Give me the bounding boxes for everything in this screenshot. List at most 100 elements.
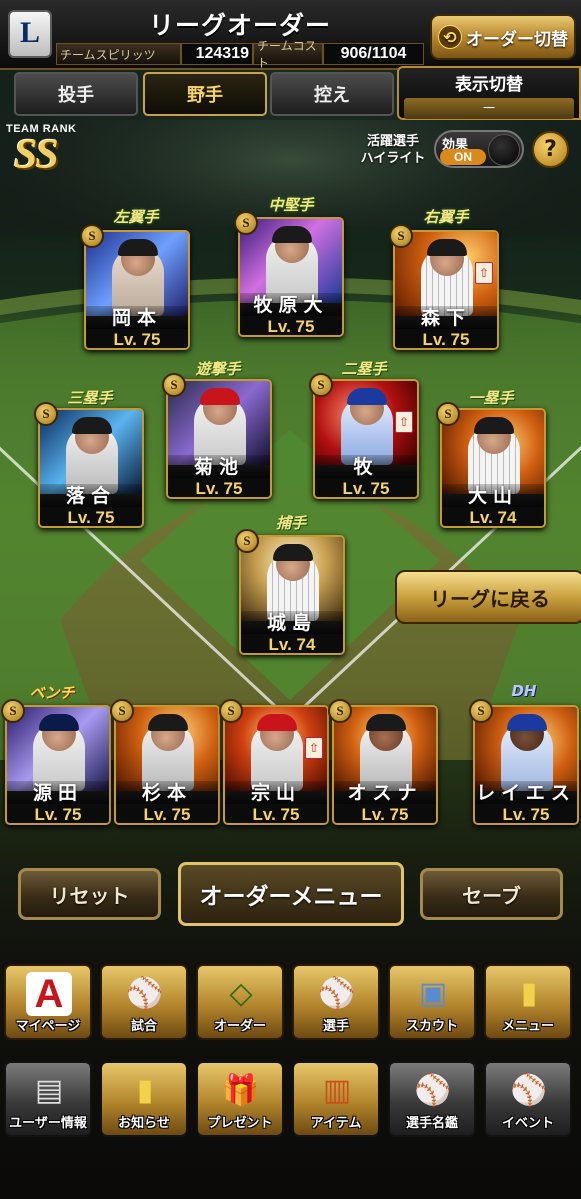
- highlight-label-line1: 活躍選手: [366, 134, 419, 149]
- tab-reserve[interactable]: 控え: [270, 72, 394, 116]
- position-label-third-base: 三塁手: [67, 389, 113, 407]
- back-to-league-button[interactable]: リーグに戻る: [395, 570, 581, 624]
- player-card-bench-1[interactable]: 源田 Lv. 75: [5, 705, 111, 825]
- nav-label: アイテム: [310, 1116, 362, 1131]
- rank-s-icon: S: [110, 699, 134, 723]
- player-art: [442, 410, 544, 494]
- scout-card-icon: ▣: [418, 976, 448, 1011]
- player-card-left-field[interactable]: 岡本 Lv. 75: [84, 230, 190, 350]
- nav-notices[interactable]: ▮ お知らせ: [100, 1061, 188, 1137]
- save-button[interactable]: セーブ: [420, 868, 563, 920]
- player-card-second-base[interactable]: ⇧ 牧 Lv. 75: [313, 379, 419, 499]
- team-cost-value: 906/1104: [323, 43, 424, 65]
- player-card-third-base[interactable]: 落合 Lv. 75: [38, 408, 144, 528]
- player-level: Lv. 75: [240, 316, 342, 335]
- stadium-icon: ⚾: [126, 976, 164, 1011]
- player-name: 杉本: [116, 781, 218, 805]
- toggle-knob: [488, 134, 520, 166]
- bats-and-ball-icon: ⚾: [510, 1073, 548, 1108]
- app-root: L リーグオーダー チームスピリッツ 124319 チームコスト 906/110…: [0, 0, 581, 1199]
- position-label-dh: DH: [511, 682, 537, 700]
- order-switch-label: オーダー切替: [466, 29, 568, 50]
- player-card-center-field[interactable]: 牧原大 Lv. 75: [238, 217, 344, 337]
- player-art: [475, 707, 577, 791]
- player-level: Lv. 75: [334, 804, 436, 823]
- player-directory-icon: ⚾: [414, 1073, 452, 1108]
- nav-label: イベント: [501, 1116, 554, 1131]
- team-cost-label: チームコスト: [253, 39, 323, 70]
- nav-scout[interactable]: ▣ スカウト: [388, 964, 476, 1040]
- nav-present[interactable]: 🎁 プレゼント: [196, 1061, 284, 1137]
- rank-s-icon: S: [436, 402, 460, 426]
- team-rank-value: SS: [14, 132, 59, 178]
- nav-items[interactable]: ▥ アイテム: [292, 1061, 380, 1137]
- nav-player-directory[interactable]: ⚾ 選手名鑑: [388, 1061, 476, 1137]
- stat-up-icon: ⇧: [475, 262, 493, 284]
- nav-game[interactable]: ⚾ 試合: [100, 964, 188, 1040]
- player-card-bench-4[interactable]: オスナ Lv. 75: [332, 705, 438, 825]
- nav-label: お知らせ: [118, 1116, 170, 1131]
- player-name: 大山: [442, 484, 544, 508]
- player-art: [116, 707, 218, 791]
- player-level: Lv. 75: [40, 507, 142, 526]
- effect-toggle[interactable]: 効果 ON: [434, 130, 524, 168]
- player-name: 菊池: [168, 455, 270, 479]
- player-level: Lv. 75: [475, 804, 577, 823]
- nav-label: プレゼント: [207, 1116, 273, 1131]
- highlight-label-line2: ハイライト: [360, 151, 426, 166]
- player-level: Lv. 75: [116, 804, 218, 823]
- display-toggle-button[interactable]: 表示切替 －: [397, 66, 581, 120]
- player-name: 宗山: [225, 781, 327, 805]
- team-spirit-value: 124319: [181, 43, 253, 65]
- player-name: オスナ: [334, 781, 436, 805]
- effect-toggle-state: ON: [440, 149, 486, 165]
- player-card-catcher[interactable]: 城島 Lv. 74: [239, 535, 345, 655]
- swap-icon: ⟲: [438, 25, 462, 49]
- rank-s-icon: S: [309, 373, 333, 397]
- rank-s-icon: S: [469, 699, 493, 723]
- order-switch-button[interactable]: ⟲ オーダー切替: [430, 14, 576, 60]
- player-card-right-field[interactable]: ⇧ 森下 Lv. 75: [393, 230, 499, 350]
- player-level: Lv. 74: [442, 507, 544, 526]
- nav-event[interactable]: ⚾ イベント: [484, 1061, 572, 1137]
- gift-icon: 🎁: [222, 1073, 260, 1108]
- player-card-bench-3[interactable]: ⇧ 宗山 Lv. 75: [223, 705, 329, 825]
- stat-up-icon: ⇧: [395, 411, 413, 433]
- team-logo: L: [8, 10, 52, 58]
- page-title: リーグオーダー: [148, 11, 331, 40]
- display-toggle-label: 表示切替: [455, 75, 523, 95]
- nav-label: ユーザー情報: [9, 1116, 87, 1131]
- position-label-left-field: 左翼手: [113, 208, 159, 226]
- tab-fielder[interactable]: 野手: [143, 72, 267, 116]
- nav-players[interactable]: ⚾ 選手: [292, 964, 380, 1040]
- tab-pitcher[interactable]: 投手: [14, 72, 138, 116]
- player-level: Lv. 75: [225, 804, 327, 823]
- nav-order[interactable]: ◇ オーダー: [196, 964, 284, 1040]
- help-button[interactable]: ?: [532, 131, 569, 168]
- notice-mascot-icon: ▮: [136, 1073, 154, 1108]
- player-card-shortstop[interactable]: 菊池 Lv. 75: [166, 379, 272, 499]
- nav-label: 選手: [322, 1019, 349, 1034]
- player-card-dh[interactable]: レイエス Lv. 75: [473, 705, 579, 825]
- menu-mascot-icon: ▮: [520, 976, 538, 1011]
- nav-label: オーダー: [213, 1019, 266, 1034]
- display-toggle-value: －: [404, 98, 574, 119]
- order-menu-button[interactable]: オーダーメニュー: [178, 862, 404, 926]
- rank-s-icon: S: [1, 699, 25, 723]
- nav-menu[interactable]: ▮ メニュー: [484, 964, 572, 1040]
- stat-up-icon: ⇧: [305, 737, 323, 759]
- player-art: [40, 410, 142, 494]
- player-level: Lv. 75: [315, 478, 417, 497]
- rank-s-icon: S: [34, 402, 58, 426]
- nav-user-info[interactable]: ▤ ユーザー情報: [4, 1061, 92, 1137]
- rank-s-icon: S: [219, 699, 243, 723]
- reset-button[interactable]: リセット: [18, 868, 161, 920]
- rank-s-icon: S: [80, 224, 104, 248]
- player-name: 牧原大: [240, 293, 342, 317]
- rank-s-icon: S: [389, 224, 413, 248]
- position-label-shortstop: 遊撃手: [195, 360, 241, 378]
- nav-mypage[interactable]: A マイページ: [4, 964, 92, 1040]
- player-card-bench-2[interactable]: 杉本 Lv. 75: [114, 705, 220, 825]
- player-card-first-base[interactable]: 大山 Lv. 74: [440, 408, 546, 528]
- player-art: [168, 381, 270, 465]
